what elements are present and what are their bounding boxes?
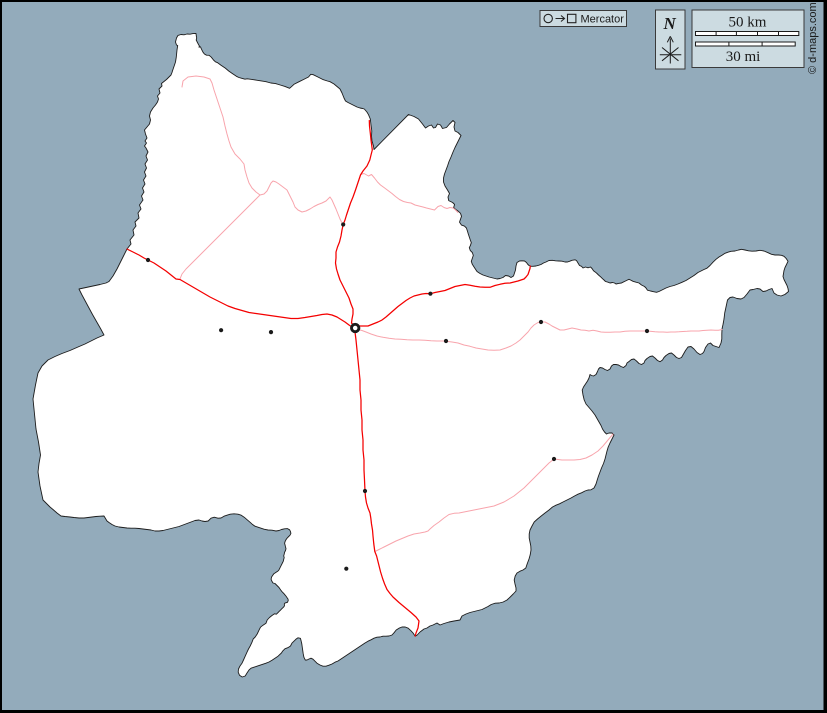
svg-text:50 km: 50 km [729,15,767,31]
svg-text:Mercator: Mercator [581,14,625,26]
svg-text:30 mi: 30 mi [726,49,761,65]
svg-text:N: N [663,14,677,33]
svg-text:© d-maps.com: © d-maps.com [807,2,819,74]
